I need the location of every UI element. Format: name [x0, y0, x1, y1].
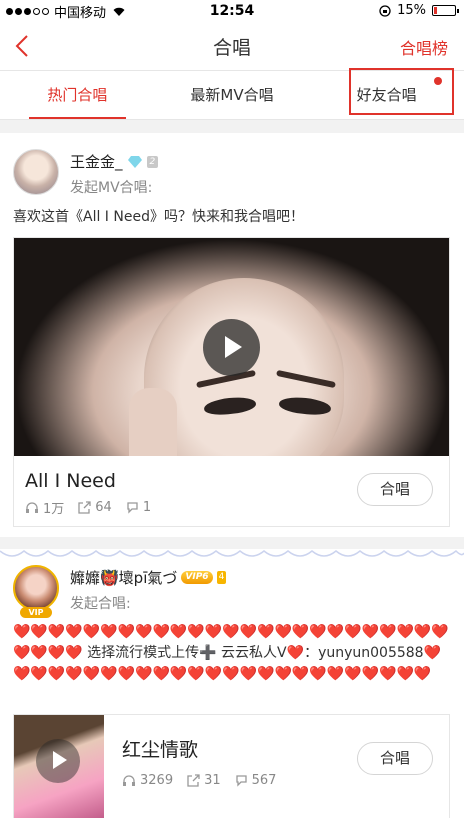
share-count-value: 64: [95, 500, 112, 515]
chorus-post-card[interactable]: 王金金_ 2 发起MV合唱: 喜欢这首《All I Need》吗？快来和我合唱吧…: [0, 133, 464, 537]
song-stats: 1万 64 1: [25, 498, 151, 517]
mv-media-block[interactable]: All I Need 1万 64 1 合唱: [13, 237, 450, 527]
battery-icon: [432, 5, 459, 16]
username[interactable]: 王金金_: [70, 151, 123, 172]
status-bar: 中国移动 12:54 15%: [0, 0, 464, 22]
tab-friends-chorus[interactable]: 好友合唱: [309, 71, 464, 119]
signal-strength-icon: [6, 7, 49, 15]
song-title[interactable]: 红尘情歌: [122, 735, 198, 762]
tab-bar: 热门合唱 最新MV合唱 好友合唱: [0, 70, 464, 120]
carrier-name: 中国移动: [54, 5, 107, 21]
join-chorus-button[interactable]: 合唱: [357, 473, 433, 506]
avatar[interactable]: [13, 149, 59, 195]
user-level-badge: 2: [146, 155, 159, 168]
tab-label: 热门合唱: [47, 86, 108, 104]
tab-hot-chorus[interactable]: 热门合唱: [0, 71, 155, 119]
share-count: 31: [187, 773, 221, 788]
listen-count-value: 1万: [43, 502, 65, 517]
listen-count: 3269: [122, 773, 173, 788]
post-username-row: 王金金_ 2: [70, 151, 159, 172]
comment-count-value: 1: [142, 500, 152, 515]
song-stats: 3269 31 567: [122, 773, 276, 788]
page-title: 合唱: [212, 36, 251, 59]
headphones-icon: [122, 774, 136, 787]
back-arrow-icon[interactable]: [12, 30, 36, 62]
comment-count: 1: [126, 500, 151, 515]
post-action: 发起MV合唱:: [70, 180, 153, 196]
username[interactable]: 孊孊👹壞pī氣づ: [70, 567, 177, 588]
nav-bar: 合唱 合唱榜: [0, 22, 464, 70]
headphones-icon: [25, 501, 39, 514]
comment-icon: [235, 774, 248, 787]
song-thumbnail[interactable]: [14, 715, 104, 818]
post-username-row: 孊孊👹壞pī氣づ VIP6 4: [70, 567, 227, 588]
share-icon: [78, 501, 91, 514]
song-title[interactable]: All I Need: [25, 470, 116, 492]
tab-label: 最新MV合唱: [190, 86, 274, 104]
diamond-badge-icon: [127, 155, 143, 168]
post-action: 发起合唱:: [70, 596, 131, 612]
lace-border-decoration: [0, 549, 464, 561]
orientation-lock-icon: [379, 4, 391, 17]
vip-tag: VIP: [20, 607, 52, 618]
post-description: ❤️❤️❤️❤️❤️❤️❤️❤️❤️❤️❤️❤️❤️❤️❤️❤️❤️❤️❤️❤️…: [13, 624, 449, 682]
comment-icon: [126, 501, 139, 514]
tab-label: 好友合唱: [356, 86, 417, 104]
song-media-block[interactable]: 红尘情歌 3269 31 567 合唱: [13, 714, 450, 818]
comment-count: 567: [235, 773, 277, 788]
share-count: 64: [78, 500, 112, 515]
play-icon[interactable]: [203, 319, 260, 376]
tab-latest-mv-chorus[interactable]: 最新MV合唱: [155, 71, 310, 119]
avatar[interactable]: [13, 565, 59, 611]
chorus-post-card[interactable]: VIP 孊孊👹壞pī氣づ VIP6 4 发起合唱: ❤️❤️❤️❤️❤️❤️❤️…: [0, 549, 464, 818]
wifi-icon: [112, 6, 126, 17]
share-count-value: 31: [204, 773, 221, 788]
listen-count-value: 3269: [140, 773, 174, 788]
listen-count: 1万: [25, 498, 64, 517]
notification-dot: [434, 77, 443, 85]
chorus-ranking-link[interactable]: 合唱榜: [400, 35, 448, 59]
battery-percent: 15%: [397, 3, 426, 18]
video-thumbnail[interactable]: [14, 238, 449, 456]
share-icon: [187, 774, 200, 787]
play-icon[interactable]: [36, 739, 80, 783]
vip-level-badge: VIP6: [181, 571, 213, 584]
join-chorus-button[interactable]: 合唱: [357, 742, 433, 775]
post-description: 喜欢这首《All I Need》吗？快来和我合唱吧！: [13, 209, 304, 225]
crown-level-badge: 4: [216, 571, 227, 584]
comment-count-value: 567: [251, 773, 277, 788]
